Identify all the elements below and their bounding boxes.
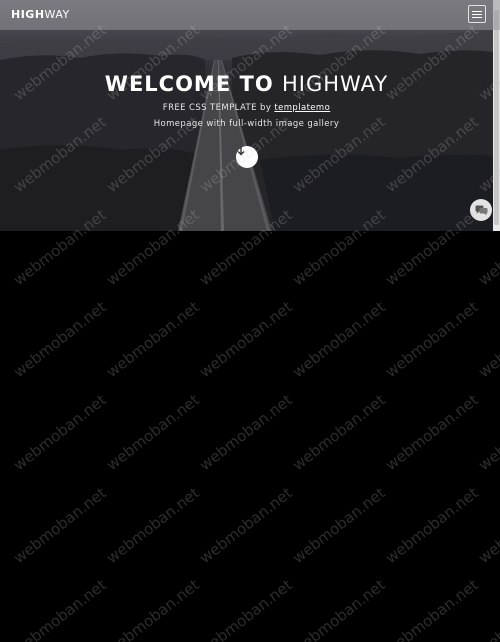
- watermark-text: webmoban.net: [10, 575, 110, 642]
- hamburger-menu-icon: [472, 10, 482, 12]
- watermark-text: webmoban.net: [475, 483, 500, 568]
- scrollbar[interactable]: [493, 0, 500, 231]
- chat-bubbles-icon: [475, 205, 487, 215]
- menu-toggle-button[interactable]: [468, 5, 486, 23]
- watermark-text: webmoban.net: [289, 390, 389, 475]
- hero-title-light: HIGHWAY: [281, 72, 389, 96]
- hero-content: WELCOME TO HIGHWAY FREE CSS TEMPLATE by …: [0, 72, 493, 129]
- watermark-text: webmoban.net: [196, 575, 296, 642]
- watermark-text: webmoban.net: [103, 575, 203, 642]
- watermark-text: webmoban.net: [475, 390, 500, 475]
- navbar: HIGHWAY: [0, 0, 500, 30]
- watermark-text: webmoban.net: [382, 483, 482, 568]
- scroll-down-button[interactable]: [236, 146, 258, 168]
- brand-light: WAY: [44, 8, 70, 21]
- scrollbar-thumb[interactable]: [494, 10, 499, 225]
- hamburger-line: [472, 16, 482, 18]
- brand-strong: HIGH: [11, 8, 45, 21]
- chat-button[interactable]: [470, 199, 492, 221]
- watermark-text: webmoban.net: [382, 390, 482, 475]
- brand-logo[interactable]: HIGHWAY: [11, 8, 70, 21]
- hero-description: Homepage with full-width image gallery: [153, 119, 340, 129]
- hero-subtitle: FREE CSS TEMPLATE by templatemo: [0, 103, 493, 113]
- watermark-text: webmoban.net: [382, 575, 482, 642]
- hero-title-bold: WELCOME TO: [104, 72, 274, 96]
- watermark-text: webmoban.net: [196, 483, 296, 568]
- hero-title: WELCOME TO HIGHWAY: [0, 72, 493, 96]
- watermark-text: webmoban.net: [475, 297, 500, 382]
- watermark-text: webmoban.net: [475, 575, 500, 642]
- watermark-text: webmoban.net: [10, 483, 110, 568]
- watermark-text: webmoban.net: [289, 297, 389, 382]
- hero-subtitle-text: FREE CSS TEMPLATE by: [162, 103, 272, 113]
- watermark-text: webmoban.net: [103, 297, 203, 382]
- watermark-text: webmoban.net: [10, 297, 110, 382]
- hero-section: WELCOME TO HIGHWAY FREE CSS TEMPLATE by …: [0, 0, 493, 231]
- watermark-text: webmoban.net: [382, 297, 482, 382]
- watermark-text: webmoban.net: [196, 297, 296, 382]
- watermark-text: webmoban.net: [103, 483, 203, 568]
- watermark-text: webmoban.net: [289, 483, 389, 568]
- arrow-down-icon: [237, 147, 245, 156]
- templatemo-link[interactable]: templatemo: [274, 103, 330, 113]
- watermark-text: webmoban.net: [10, 390, 110, 475]
- watermark-text: webmoban.net: [103, 390, 203, 475]
- hamburger-line: [472, 13, 482, 15]
- watermark-text: webmoban.net: [196, 390, 296, 475]
- page: WELCOME TO HIGHWAY FREE CSS TEMPLATE by …: [0, 0, 500, 642]
- watermark-text: webmoban.net: [289, 575, 389, 642]
